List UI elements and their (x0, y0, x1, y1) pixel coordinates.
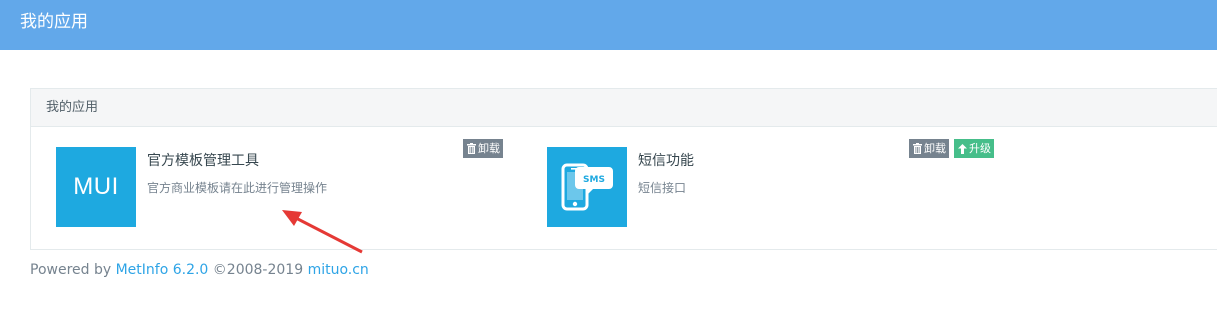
trash-icon (913, 143, 922, 154)
trash-icon (467, 143, 476, 154)
mui-logo-text: MUI (73, 173, 119, 200)
mui-logo-icon[interactable]: MUI (56, 147, 136, 227)
page-title: 我的应用 (20, 12, 88, 32)
powered-by-text: Powered by (30, 262, 116, 278)
app-name-template-tool[interactable]: 官方模板管理工具 (147, 152, 259, 170)
mituo-link[interactable]: mituo.cn (308, 262, 369, 278)
my-apps-panel: 我的应用 MUI 官方模板管理工具 官方商业模板请在此进行管理操作 卸载 SMS… (30, 88, 1217, 250)
sms-icon-text: SMS (583, 175, 605, 185)
uninstall-label: 卸载 (924, 142, 946, 155)
app-desc-template-tool: 官方商业模板请在此进行管理操作 (147, 181, 328, 195)
metinfo-link[interactable]: MetInfo 6.2.0 (116, 262, 209, 278)
uninstall-sms-button[interactable]: 卸载 (909, 139, 949, 158)
copyright-text: ©2008-2019 (208, 262, 308, 278)
upgrade-label: 升级 (969, 142, 991, 155)
panel-header: 我的应用 (31, 89, 1217, 127)
footer: Powered by MetInfo 6.2.0 ©2008-2019 mitu… (30, 261, 369, 279)
upgrade-sms-button[interactable]: 升级 (954, 139, 994, 158)
arrow-up-icon (958, 143, 967, 154)
sms-phone-icon[interactable]: SMS (547, 147, 627, 227)
uninstall-label: 卸载 (478, 142, 500, 155)
app-desc-sms: 短信接口 (638, 181, 687, 195)
top-header-bar: 我的应用 (0, 0, 1217, 50)
annotation-arrow-icon (282, 210, 363, 254)
uninstall-template-tool-button[interactable]: 卸载 (463, 139, 503, 158)
panel-title: 我的应用 (46, 100, 99, 115)
app-name-sms[interactable]: 短信功能 (638, 152, 694, 170)
sms-phone-graphic: SMS (561, 163, 613, 211)
